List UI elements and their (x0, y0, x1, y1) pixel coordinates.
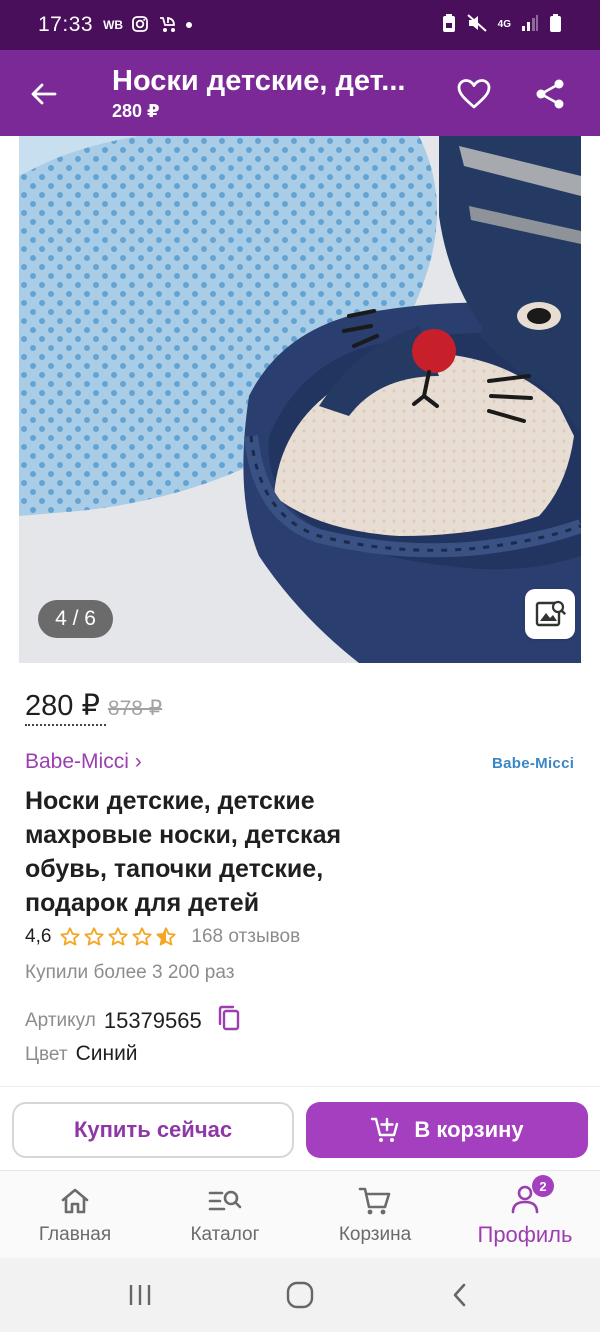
nav-item-home[interactable]: Главная (0, 1171, 150, 1259)
cart-add-icon (371, 1117, 399, 1142)
action-bar: Купить сейчас В корзину (0, 1086, 600, 1170)
star-half-icon (156, 927, 176, 946)
recent-apps-button[interactable] (110, 1265, 170, 1325)
share-icon (536, 79, 564, 109)
brand-logo[interactable]: Babe-Micci (492, 755, 574, 772)
favorite-button[interactable] (452, 72, 496, 116)
back-button[interactable] (22, 72, 66, 116)
nav-label-home: Главная (38, 1224, 112, 1245)
status-right-icons: 4G (442, 13, 562, 38)
cart-icon (358, 1184, 392, 1218)
profile-badge: 2 (532, 1175, 554, 1197)
share-button[interactable] (528, 72, 572, 116)
status-time: 17:33 (38, 13, 94, 36)
nav-item-cart[interactable]: Корзина (300, 1171, 450, 1259)
color-row: Цвет Синий (25, 1042, 138, 1066)
brand-link[interactable]: Babe-Micci › (25, 750, 142, 774)
page-subtitle-price: 280 ₽ (112, 101, 160, 121)
add-to-cart-label: В корзину (414, 1117, 524, 1142)
catalog-search-icon (208, 1184, 242, 1218)
stroller-icon (157, 15, 177, 36)
reviews-count[interactable]: 168 отзывов (191, 926, 300, 948)
nav-label-catalog: Каталог (190, 1224, 260, 1245)
star-icon (132, 927, 152, 946)
dot-icon (185, 18, 193, 32)
rating-stars (59, 926, 177, 948)
product-image[interactable] (19, 136, 581, 663)
home-icon (59, 1184, 91, 1218)
lock-battery-icon (442, 13, 456, 38)
bought-count: Купили более 3 200 раз (25, 962, 235, 983)
heart-icon (457, 79, 491, 109)
nav-label-profile: Профиль (477, 1222, 573, 1247)
color-value: Синий (75, 1042, 138, 1065)
signal-icon (521, 14, 539, 37)
star-icon (60, 927, 80, 946)
copy-icon (218, 1005, 239, 1031)
system-nav-bar (0, 1258, 600, 1332)
status-left-icons: WB (103, 15, 193, 36)
product-title: Носки детские, детские махровые носки, д… (25, 787, 342, 917)
nav-item-catalog[interactable]: Каталог (150, 1171, 300, 1259)
nav-item-profile[interactable]: 2 Профиль (450, 1171, 600, 1259)
bottom-nav: Главная Каталог Корзина 2 Профиль (0, 1170, 600, 1258)
article-value: 15379565 (103, 1007, 202, 1033)
recent-apps-icon (129, 1285, 151, 1305)
home-circle-icon (286, 1281, 314, 1309)
chevron-left-icon (453, 1283, 466, 1307)
arrow-left-icon (31, 83, 57, 105)
copy-button[interactable] (216, 1004, 242, 1037)
rating-value: 4,6 (25, 926, 52, 947)
nav-label-cart: Корзина (338, 1224, 412, 1245)
article-row: Артикул 15379565 (25, 1004, 242, 1037)
article-label: Артикул (25, 1009, 96, 1031)
price-old: 878 ₽ (107, 697, 163, 720)
home-system-button[interactable] (270, 1265, 330, 1325)
image-counter: 4 / 6 (38, 600, 113, 638)
page-title: Носки детские, дет... (112, 65, 406, 97)
instagram-icon (131, 15, 149, 36)
image-search-icon (535, 600, 566, 627)
add-to-cart-button[interactable]: В корзину (306, 1102, 588, 1158)
star-icon (84, 927, 104, 946)
app-bar-title-wrap: Носки детские, дет... 280 ₽ (112, 64, 432, 122)
product-photo-illustration (19, 136, 581, 663)
star-icon (108, 927, 128, 946)
price-row: 280 ₽ 878 ₽ (25, 688, 162, 723)
status-bar: 17:33 WB 4G (0, 0, 600, 50)
battery-icon (549, 13, 562, 38)
wb-icon: WB (103, 18, 124, 32)
price-underline (25, 724, 106, 726)
image-search-button[interactable] (525, 589, 575, 639)
back-system-button[interactable] (430, 1265, 490, 1325)
color-label: Цвет (25, 1044, 68, 1065)
price-current: 280 ₽ (25, 690, 100, 722)
mute-icon (466, 13, 488, 38)
network-4g-icon: 4G (497, 19, 511, 30)
app-bar: Носки детские, дет... 280 ₽ (0, 50, 600, 136)
rating-row[interactable]: 4,6 168 отзывов (25, 926, 300, 948)
buy-now-button[interactable]: Купить сейчас (12, 1102, 294, 1158)
